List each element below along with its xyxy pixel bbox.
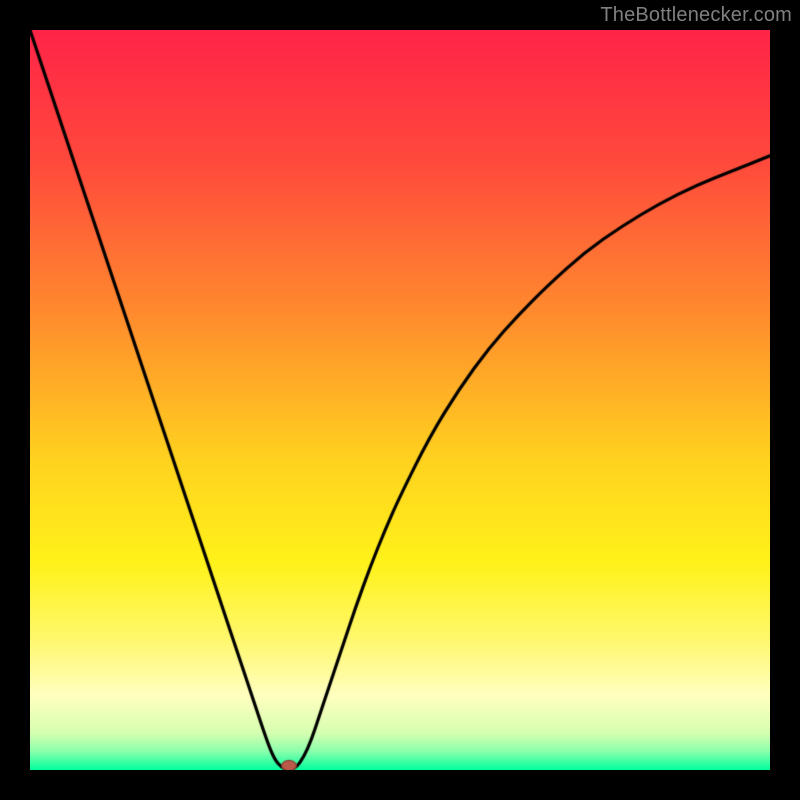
chart-frame: TheBottlenecker.com: [0, 0, 800, 800]
bottleneck-curve: [30, 30, 770, 770]
plot-area: [30, 30, 770, 770]
watermark-text: TheBottlenecker.com: [600, 4, 792, 27]
